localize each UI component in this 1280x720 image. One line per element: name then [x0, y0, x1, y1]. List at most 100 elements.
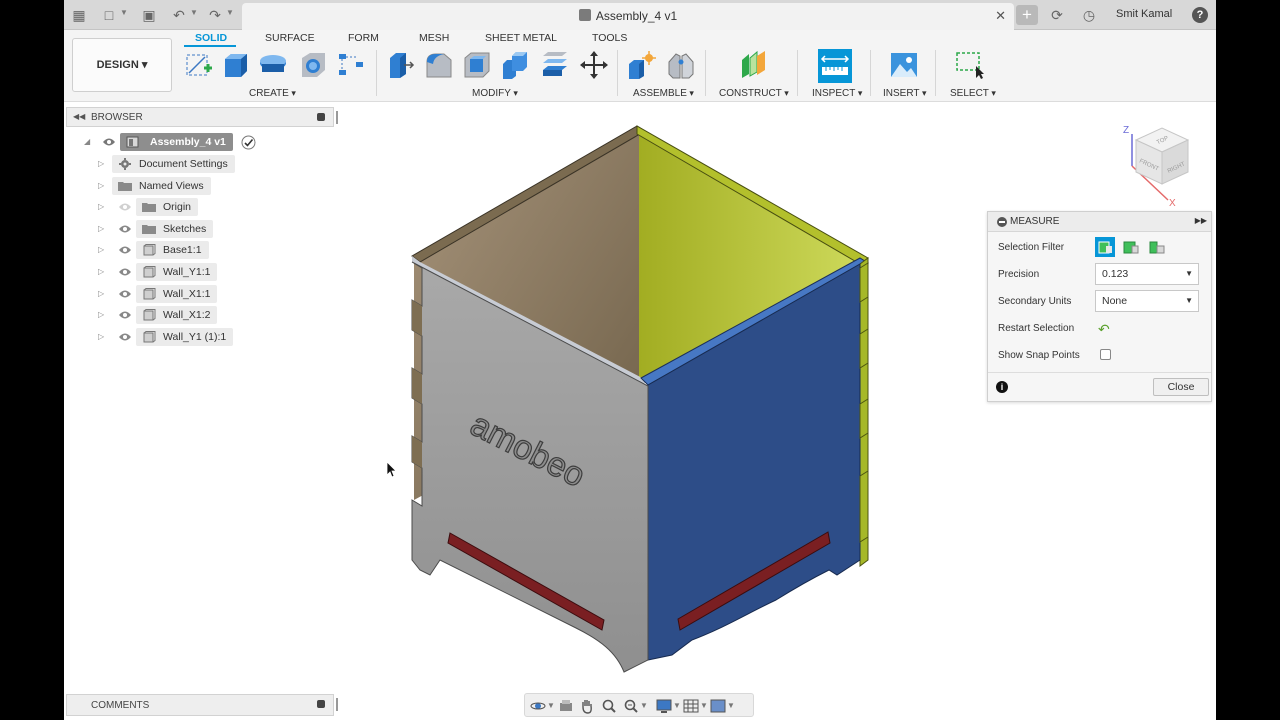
hole-icon[interactable]: [298, 50, 328, 80]
undo-chevron-down-icon[interactable]: ▼: [190, 8, 198, 17]
browser-item[interactable]: ▷ Wall_X1:2: [98, 306, 298, 325]
workspace-switcher-button[interactable]: DESIGN ▾: [72, 38, 172, 92]
select-face-filter-icon[interactable]: [1095, 237, 1115, 257]
pattern-icon[interactable]: [336, 50, 366, 80]
close-tab-icon[interactable]: ✕: [995, 8, 1006, 24]
browser-item[interactable]: ▷ Base1:1: [98, 241, 298, 260]
browser-item-label-box[interactable]: Base1:1: [136, 241, 209, 260]
inspect-menu[interactable]: INSPECT: [812, 88, 862, 99]
secondary-units-select[interactable]: None: [1095, 290, 1199, 312]
select-window-icon[interactable]: [955, 50, 985, 80]
minimize-icon[interactable]: [997, 217, 1007, 227]
fit-icon[interactable]: [623, 698, 639, 714]
browser-item[interactable]: ▷ Wall_Y1 (1):1: [98, 327, 298, 347]
comments-panel-header[interactable]: COMMENTS: [66, 694, 338, 716]
construct-menu[interactable]: CONSTRUCT: [719, 88, 789, 99]
redo-icon[interactable]: ↷: [206, 6, 224, 24]
viewcube[interactable]: Z X TOP FRONT RIGHT: [1120, 118, 1200, 210]
job-status-icon[interactable]: ◷: [1080, 6, 1098, 24]
add-comment-icon[interactable]: [317, 700, 325, 708]
look-at-icon[interactable]: [558, 698, 574, 714]
viewports-icon[interactable]: [710, 698, 726, 714]
tab-mesh[interactable]: MESH: [419, 32, 449, 44]
undo-icon[interactable]: ↶: [170, 6, 188, 24]
browser-item-label-box[interactable]: Named Views: [112, 176, 211, 195]
expand-icon[interactable]: ▶▶: [1195, 216, 1207, 225]
fillet-icon[interactable]: [424, 50, 454, 80]
tab-surface[interactable]: SURFACE: [265, 32, 315, 44]
redo-chevron-down-icon[interactable]: ▼: [226, 8, 234, 17]
browser-item-label-box[interactable]: Wall_Y1:1: [136, 263, 218, 281]
expand-triangle-icon[interactable]: ▷: [98, 159, 104, 168]
offset-plane-icon[interactable]: [739, 50, 769, 80]
app-grid-icon[interactable]: ▦: [70, 6, 88, 24]
expand-triangle-icon[interactable]: ▷: [98, 267, 104, 276]
new-component-icon[interactable]: [627, 50, 657, 80]
measure-dialog-header[interactable]: MEASURE ▶▶: [988, 212, 1211, 232]
precision-select[interactable]: 0.123: [1095, 263, 1199, 285]
tab-form[interactable]: FORM: [348, 32, 379, 44]
extrude-icon[interactable]: [220, 50, 250, 80]
user-name[interactable]: Smit Kamal: [1116, 8, 1172, 20]
select-body-filter-icon[interactable]: [1147, 237, 1167, 257]
eye-icon[interactable]: [118, 244, 132, 256]
display-settings-icon[interactable]: [656, 698, 672, 714]
panel-resize-handle[interactable]: [336, 698, 338, 711]
revolve-icon[interactable]: [258, 50, 288, 80]
shell-icon[interactable]: [462, 50, 492, 80]
expand-triangle-icon[interactable]: ▷: [98, 245, 104, 254]
display-chevron-down-icon[interactable]: ▼: [673, 701, 681, 710]
grid-chevron-down-icon[interactable]: ▼: [700, 701, 708, 710]
offset-face-icon[interactable]: [540, 50, 570, 80]
browser-item[interactable]: ▷ Named Views: [98, 176, 298, 196]
eye-icon[interactable]: [118, 309, 132, 321]
expand-triangle-icon[interactable]: ▷: [98, 224, 104, 233]
modify-menu[interactable]: MODIFY: [472, 88, 518, 99]
expanded-triangle-icon[interactable]: ◢: [84, 137, 90, 146]
close-button[interactable]: Close: [1153, 378, 1209, 396]
document-tab[interactable]: Assembly_4 v1 ✕: [242, 3, 1014, 30]
tab-tools[interactable]: TOOLS: [592, 32, 627, 44]
browser-item[interactable]: ▷ Wall_X1:1: [98, 284, 298, 304]
browser-item[interactable]: ▷ Sketches: [98, 219, 298, 239]
zoom-icon[interactable]: [601, 698, 617, 714]
grid-settings-icon[interactable]: [683, 698, 699, 714]
panel-resize-handle[interactable]: [336, 111, 338, 124]
restart-selection-icon[interactable]: ↶: [1098, 321, 1110, 338]
combine-icon[interactable]: [500, 50, 530, 80]
browser-item[interactable]: ▷ Wall_Y1:1: [98, 263, 298, 282]
eye-icon[interactable]: [102, 136, 116, 148]
tab-solid[interactable]: SOLID: [195, 32, 227, 44]
eye-icon[interactable]: [118, 223, 132, 235]
info-icon[interactable]: i: [996, 381, 1008, 393]
eye-icon[interactable]: [118, 288, 132, 300]
press-pull-icon[interactable]: [386, 50, 416, 80]
show-snap-points-checkbox[interactable]: [1100, 349, 1111, 360]
browser-item-label-box[interactable]: Document Settings: [112, 155, 235, 173]
collapse-panel-icon[interactable]: ◀◀: [73, 112, 85, 121]
insert-image-icon[interactable]: [889, 50, 919, 80]
browser-item-label-box[interactable]: Sketches: [136, 219, 214, 238]
assemble-menu[interactable]: ASSEMBLE: [633, 88, 694, 99]
joint-icon[interactable]: [666, 50, 696, 80]
browser-item-label-box[interactable]: Origin: [136, 198, 199, 217]
extensions-icon[interactable]: ⟳: [1048, 6, 1066, 24]
move-icon[interactable]: [579, 50, 609, 80]
orbit-icon[interactable]: [530, 698, 546, 714]
browser-panel-header[interactable]: ◀◀ BROWSER: [66, 107, 338, 127]
help-icon[interactable]: ?: [1192, 7, 1208, 23]
expand-triangle-icon[interactable]: ▷: [98, 181, 104, 190]
file-menu-chevron-down-icon[interactable]: ▼: [120, 8, 128, 17]
pan-hand-icon[interactable]: [579, 698, 595, 714]
root-label-box[interactable]: Assembly_4 v1: [120, 133, 233, 151]
browser-item[interactable]: ▷ Document Settings: [98, 155, 298, 174]
save-icon[interactable]: ▣: [140, 6, 158, 24]
measure-icon[interactable]: [818, 49, 852, 83]
create-sketch-icon[interactable]: [184, 50, 214, 80]
create-menu[interactable]: CREATE: [249, 88, 296, 99]
browser-item[interactable]: ▷ Origin: [98, 198, 298, 217]
select-edge-filter-icon[interactable]: [1121, 237, 1141, 257]
expand-triangle-icon[interactable]: ▷: [98, 310, 104, 319]
file-icon[interactable]: □: [100, 6, 118, 24]
eye-icon[interactable]: [118, 266, 132, 278]
